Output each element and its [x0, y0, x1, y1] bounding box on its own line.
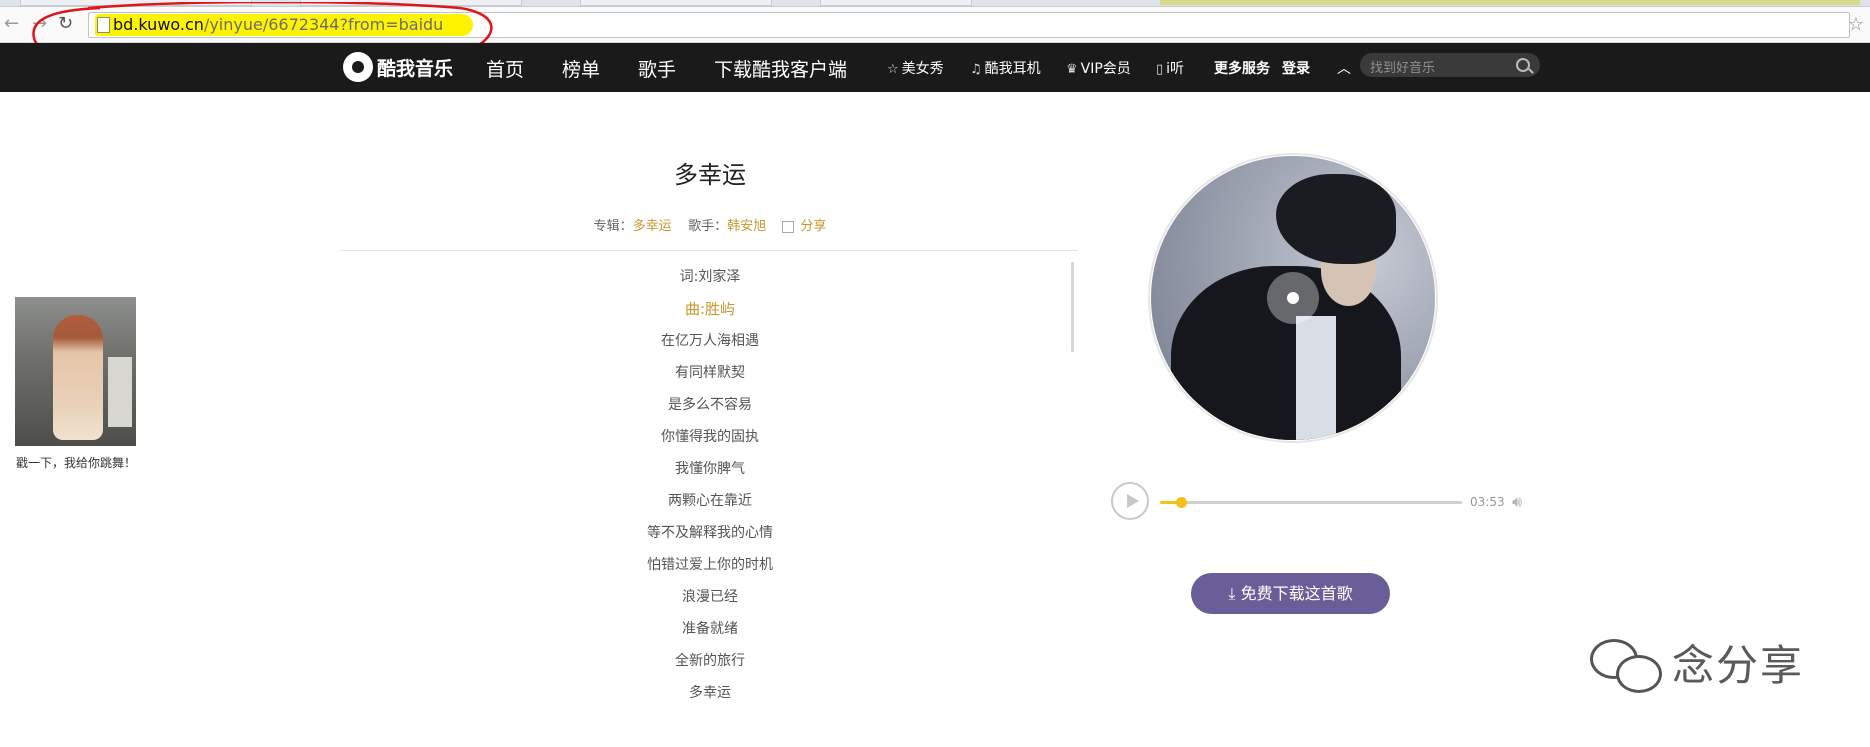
- kuwo-logo[interactable]: 酷我音乐: [343, 49, 453, 85]
- share-icon[interactable]: [782, 220, 795, 233]
- lyric-line: 怕错过爱上你的时机: [647, 557, 773, 573]
- nav-vip[interactable]: ♛ VIP会员: [1066, 58, 1131, 78]
- nav-beauty-show-label: 美女秀: [901, 61, 944, 77]
- artist-label: 歌手：: [688, 219, 728, 234]
- reload-icon[interactable]: ↻: [58, 15, 73, 33]
- address-bar[interactable]: bd.kuwo.cn/yinyue/6672344?from=baidu: [88, 12, 1850, 38]
- page-icon: [97, 17, 110, 33]
- lyric-line: 你懂得我的固执: [661, 429, 759, 445]
- kuwo-logo-icon: [343, 52, 373, 82]
- album-art: [1151, 156, 1435, 440]
- song-meta: 专辑：多幸运 歌手：韩安旭 分享: [500, 215, 920, 234]
- lyric-line: 我懂你脾气: [675, 461, 745, 477]
- book-icon: ▯: [1156, 62, 1164, 77]
- nav-headphones-label: 酷我耳机: [984, 61, 1041, 77]
- lyric-line: 等不及解释我的心情: [647, 525, 773, 541]
- nav-iting[interactable]: ▯ i听: [1156, 58, 1184, 78]
- url-text[interactable]: bd.kuwo.cn/yinyue/6672344?from=baidu: [113, 15, 443, 35]
- ad-background-door: [108, 357, 132, 427]
- progress-knob[interactable]: [1176, 497, 1188, 508]
- nav-vip-label: VIP会员: [1080, 61, 1131, 77]
- lyric-line: 曲:胜屿: [684, 300, 736, 318]
- browser-tab[interactable]: [300, 0, 522, 6]
- logo-text: 酷我音乐: [377, 57, 454, 80]
- nav-iting-label: i听: [1166, 61, 1185, 77]
- browser-tab-highlight: [1160, 0, 1860, 5]
- volume-icon[interactable]: 🔊︎: [1512, 492, 1522, 512]
- watermark-text: 念分享: [1672, 641, 1805, 690]
- star-icon: ☆: [887, 62, 899, 77]
- lyric-line: 两颗心在靠近: [668, 493, 752, 509]
- nav-charts[interactable]: 榜单: [562, 55, 600, 82]
- share-link[interactable]: 分享: [800, 219, 826, 234]
- download-icon: ⤓: [1228, 584, 1241, 603]
- search-input[interactable]: 找到好音乐: [1360, 53, 1540, 77]
- nav-artists[interactable]: 歌手: [638, 55, 676, 82]
- ad-caption[interactable]: 戳一下，我给你跳舞！: [16, 454, 136, 471]
- nav-download-client[interactable]: 下载酷我客户端: [714, 55, 847, 82]
- chevron-up-icon[interactable]: ︿: [1337, 58, 1351, 78]
- browser-tab[interactable]: [20, 0, 252, 6]
- nav-more-services[interactable]: 更多服务: [1214, 58, 1270, 78]
- browser-toolbar: ← → ↻ bd.kuwo.cn/yinyue/6672344?from=bai…: [0, 7, 1870, 43]
- ad-image[interactable]: [15, 297, 136, 446]
- lyrics-scrollbar[interactable]: [1071, 262, 1074, 352]
- browser-tab[interactable]: [820, 0, 972, 6]
- disc-icon: [1267, 272, 1319, 324]
- play-button[interactable]: [1111, 482, 1149, 520]
- album-label: 专辑：: [593, 219, 633, 234]
- lyric-line: 全新的旅行: [675, 653, 745, 669]
- url-host: bd.kuwo.cn: [113, 15, 204, 34]
- download-song-label: 免费下载这首歌: [1240, 584, 1353, 603]
- nav-beauty-show[interactable]: ☆ 美女秀: [887, 58, 944, 78]
- lyrics-list: 词:刘家泽曲:胜屿在亿万人海相遇 有同样默契是多么不容易 你懂得我的固执 我懂你脾气两…: [560, 266, 860, 714]
- back-arrow-icon[interactable]: ←: [4, 15, 19, 33]
- crown-icon: ♛: [1066, 62, 1078, 77]
- headphones-icon: ♫: [970, 62, 982, 77]
- song-title: 多幸运: [674, 161, 746, 189]
- ad-figure: [53, 315, 103, 440]
- album-link[interactable]: 多幸运: [633, 219, 672, 234]
- login-link[interactable]: 登录: [1282, 58, 1310, 78]
- watermark: 念分享: [1588, 632, 1804, 693]
- browser-tab[interactable]: [580, 0, 772, 6]
- url-path: /yinyue/6672344?from=baidu: [203, 15, 444, 34]
- nav-home[interactable]: 首页: [486, 55, 524, 82]
- lyric-line: 有同样默契: [675, 365, 745, 381]
- lyric-line: 准备就绪: [682, 621, 738, 637]
- album-art-hair: [1276, 174, 1396, 264]
- lyric-line: 浪漫已经: [682, 589, 738, 605]
- lyric-line: 是多么不容易: [668, 397, 752, 413]
- bookmark-star-icon[interactable]: ☆: [1848, 14, 1864, 35]
- album-art-shirt: [1296, 316, 1336, 440]
- wechat-icon: [1588, 633, 1664, 693]
- lyric-line: 在亿万人海相遇: [661, 333, 759, 349]
- site-header: 酷我音乐 首页 榜单 歌手 下载酷我客户端 ☆ 美女秀 ♫ 酷我耳机 ♛ VIP会员 …: [0, 43, 1870, 92]
- artist-link[interactable]: 韩安旭: [727, 219, 766, 234]
- search-icon[interactable]: [1516, 58, 1530, 72]
- wechat-bubble-small: [1616, 654, 1662, 693]
- nav-headphones[interactable]: ♫ 酷我耳机: [970, 58, 1041, 78]
- duration: 03:53: [1470, 495, 1505, 509]
- lyric-line: 词:刘家泽: [679, 269, 741, 285]
- forward-arrow-icon[interactable]: →: [32, 15, 47, 33]
- browser-tab-strip: [0, 0, 1870, 7]
- lyric-line: 多幸运: [689, 685, 731, 701]
- divider: [340, 250, 1078, 251]
- search-placeholder: 找到好音乐: [1370, 61, 1436, 76]
- download-song-button[interactable]: ⤓ 免费下载这首歌: [1191, 573, 1390, 614]
- progress-slider[interactable]: [1160, 497, 1462, 508]
